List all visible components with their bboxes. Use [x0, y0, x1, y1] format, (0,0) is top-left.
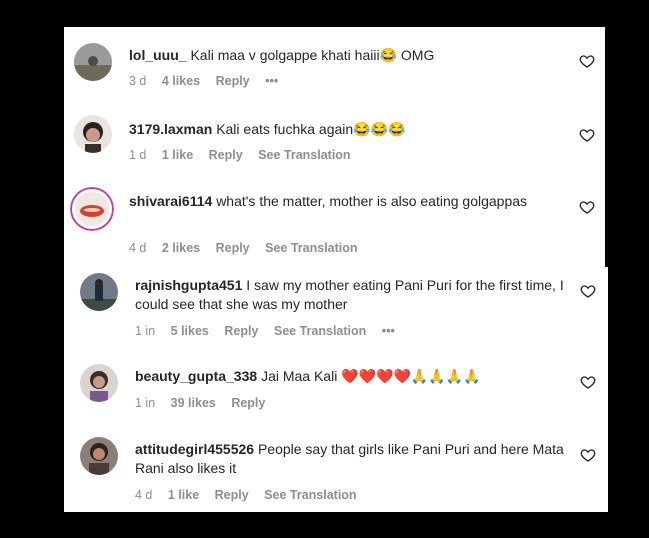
- comment-body: lol_uuu_ Kali maa v golgappe khati haiii…: [129, 46, 559, 65]
- see-translation-link[interactable]: See Translation: [264, 488, 356, 502]
- comment-username[interactable]: beauty_gupta_338: [135, 368, 257, 384]
- comment-meta: 3 d 4 likes Reply •••: [129, 73, 290, 89]
- comment-username[interactable]: 3179.laxman: [129, 121, 212, 137]
- comment-item: lol_uuu_ Kali maa v golgappe khati haiii…: [64, 27, 605, 107]
- comment-text: Kali maa v golgappe khati haiii😂 OMG: [190, 47, 435, 63]
- heart-outline-icon[interactable]: [580, 374, 596, 390]
- comment-username[interactable]: shivarai6114: [129, 193, 212, 209]
- avatar[interactable]: [80, 364, 118, 402]
- comment-username[interactable]: attitudegirl455526: [135, 441, 254, 457]
- comment-body: rajnishgupta451 I saw my mother eating P…: [135, 276, 565, 314]
- comment-likes[interactable]: 2 likes: [162, 241, 200, 255]
- comment-item: beauty_gupta_338 Jai Maa Kali ❤️❤️❤️❤️🙏🙏…: [64, 352, 608, 432]
- avatar[interactable]: [74, 43, 112, 81]
- see-translation-link[interactable]: See Translation: [258, 148, 350, 162]
- comment-age: 1 in: [135, 324, 156, 338]
- comment-age: 4 d: [135, 488, 153, 502]
- avatar[interactable]: [70, 187, 114, 231]
- comment-text: Kali eats fuchka again😂😂😂: [216, 121, 406, 137]
- reply-button[interactable]: Reply: [231, 396, 265, 410]
- heart-outline-icon[interactable]: [579, 127, 595, 143]
- comment-item: attitudegirl455526 People say that girls…: [64, 432, 608, 512]
- comment-age: 1 in: [135, 396, 156, 410]
- heart-outline-icon[interactable]: [580, 447, 596, 463]
- comment-meta: 1 in 39 likes Reply: [135, 395, 277, 411]
- more-options-icon[interactable]: •••: [265, 74, 278, 88]
- comment-age: 1 d: [129, 148, 147, 162]
- comment-meta: 1 in 5 likes Reply See Translation •••: [135, 323, 407, 339]
- reply-button[interactable]: Reply: [215, 488, 249, 502]
- see-translation-link[interactable]: See Translation: [265, 241, 357, 255]
- comment-username[interactable]: lol_uuu_: [129, 47, 187, 63]
- comment-likes[interactable]: 39 likes: [171, 396, 216, 410]
- comment-body: 3179.laxman Kali eats fuchka again😂😂😂: [129, 120, 559, 139]
- reply-button[interactable]: Reply: [216, 74, 250, 88]
- reply-button[interactable]: Reply: [224, 324, 258, 338]
- comment-likes[interactable]: 1 like: [162, 148, 193, 162]
- screenshot-root: { "comments": [ { "username": "lol_uuu_"…: [0, 0, 649, 538]
- comment-item: rajnishgupta451 I saw my mother eating P…: [64, 267, 608, 352]
- comment-item: 3179.laxman Kali eats fuchka again😂😂😂 1 …: [64, 107, 605, 182]
- heart-outline-icon[interactable]: [579, 53, 595, 69]
- comments-panel-bottom: rajnishgupta451 I saw my mother eating P…: [64, 267, 608, 512]
- comment-item: shivarai6114 what's the matter, mother i…: [64, 182, 605, 267]
- comments-panel-top: lol_uuu_ Kali maa v golgappe khati haiii…: [64, 27, 605, 267]
- comment-likes[interactable]: 4 likes: [162, 74, 200, 88]
- comment-meta: 4 d 1 like Reply See Translation: [135, 487, 369, 503]
- comment-meta: 1 d 1 like Reply See Translation: [129, 147, 363, 163]
- comment-meta: 4 d 2 likes Reply See Translation: [129, 240, 370, 256]
- reply-button[interactable]: Reply: [216, 241, 250, 255]
- comment-likes[interactable]: 5 likes: [171, 324, 209, 338]
- comment-body: shivarai6114 what's the matter, mother i…: [129, 192, 529, 211]
- comment-body: attitudegirl455526 People say that girls…: [135, 440, 565, 478]
- see-translation-link[interactable]: See Translation: [274, 324, 366, 338]
- avatar[interactable]: [80, 437, 118, 475]
- comment-age: 3 d: [129, 74, 147, 88]
- comment-age: 4 d: [129, 241, 147, 255]
- comment-likes[interactable]: 1 like: [168, 488, 199, 502]
- comment-username[interactable]: rajnishgupta451: [135, 277, 242, 293]
- comment-text: Jai Maa Kali ❤️❤️❤️❤️🙏🙏🙏🙏: [261, 368, 481, 384]
- avatar[interactable]: [80, 273, 118, 311]
- heart-outline-icon[interactable]: [580, 283, 596, 299]
- heart-outline-icon[interactable]: [579, 199, 595, 215]
- avatar[interactable]: [74, 115, 112, 153]
- more-options-icon[interactable]: •••: [382, 324, 395, 338]
- comment-text: what's the matter, mother is also eating…: [216, 193, 528, 209]
- reply-button[interactable]: Reply: [209, 148, 243, 162]
- comment-body: beauty_gupta_338 Jai Maa Kali ❤️❤️❤️❤️🙏🙏…: [135, 367, 565, 386]
